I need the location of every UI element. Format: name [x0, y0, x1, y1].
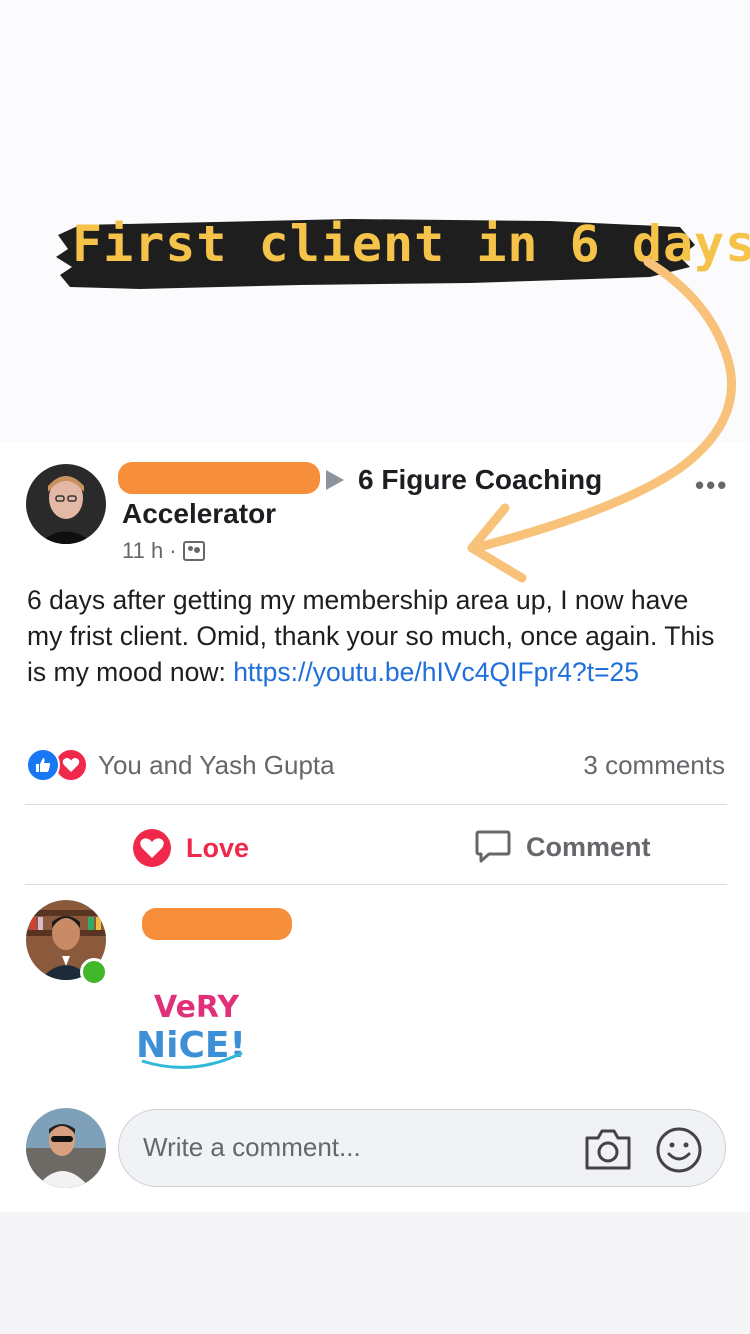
banner: First client in 6 days: [50, 205, 750, 300]
banner-text: First client in 6 days: [72, 215, 750, 273]
sticker-word-very: VeRY: [154, 990, 240, 1025]
more-options-icon[interactable]: •••: [695, 470, 728, 501]
post-text: 6 days after getting my membership area …: [27, 582, 727, 690]
group-privacy-icon: [182, 541, 205, 561]
group-name-continued[interactable]: Accelerator: [122, 498, 276, 530]
post-time[interactable]: 11 h: [122, 538, 163, 564]
post-meta: 11 h ·: [122, 538, 205, 564]
author-avatar[interactable]: [26, 464, 106, 544]
comment-input[interactable]: Write a comment...: [118, 1109, 726, 1187]
love-label: Love: [186, 832, 250, 863]
like-reaction-icon: [26, 748, 60, 782]
divider: [25, 884, 727, 885]
post-card: 6 Figure Coaching Accelerator ••• 11 h ·…: [0, 442, 750, 1212]
comment-bubble-icon: [475, 830, 511, 863]
redacted-author-name: [118, 462, 320, 494]
love-button[interactable]: Love: [132, 828, 249, 868]
comments-count[interactable]: 3 comments: [583, 750, 725, 781]
comment-placeholder: Write a comment...: [143, 1132, 361, 1162]
chevron-right-icon: [326, 470, 344, 490]
very-nice-sticker[interactable]: VeRY NiCE!: [132, 977, 252, 1072]
reaction-names: You and Yash Gupta: [98, 749, 335, 780]
online-status-indicator: [80, 958, 108, 986]
emoji-icon[interactable]: [655, 1126, 703, 1174]
meta-separator: ·: [169, 538, 177, 563]
love-icon: [133, 829, 171, 867]
current-user-avatar[interactable]: [26, 1108, 106, 1188]
group-name[interactable]: 6 Figure Coaching: [358, 464, 602, 496]
post-link[interactable]: https://youtu.be/hIVc4QIFpr4?t=25: [233, 657, 639, 687]
camera-icon[interactable]: [583, 1126, 633, 1172]
comment-label: Comment: [526, 831, 651, 862]
comment-button[interactable]: Comment: [474, 828, 651, 866]
reactions-summary[interactable]: You and Yash Gupta: [26, 748, 335, 782]
redacted-commenter-name: [142, 908, 292, 940]
divider: [25, 804, 727, 805]
